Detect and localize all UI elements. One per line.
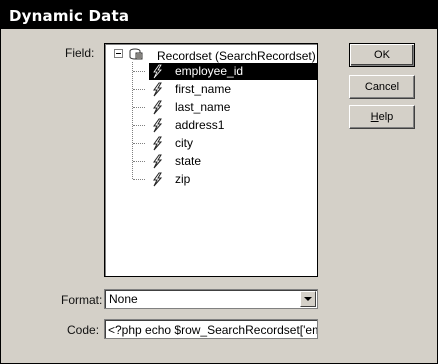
tree-branch	[133, 143, 145, 144]
lightning-bolt-icon	[153, 154, 163, 169]
tree-item-label: state	[175, 154, 202, 168]
tree-item-employee-id[interactable]: employee_id	[105, 63, 317, 80]
tree-item-zip[interactable]: zip	[105, 171, 317, 188]
tree-item-label: last_name	[175, 100, 231, 114]
tree-item-label: first_name	[175, 82, 232, 96]
tree-item-label: employee_id	[175, 64, 244, 78]
code-label: Code:	[67, 323, 100, 337]
dynamic-data-dialog: Dynamic Data Field: Recordset (SearchRec…	[0, 0, 438, 364]
tree-item-state[interactable]: state	[105, 153, 317, 170]
tree-branch	[133, 179, 145, 180]
tree-item-city[interactable]: city	[105, 135, 317, 152]
format-value: None	[109, 292, 138, 306]
tree-branch	[133, 107, 145, 108]
ok-button[interactable]: OK	[349, 43, 415, 67]
recordset-icon	[129, 48, 143, 60]
collapse-icon[interactable]	[114, 49, 123, 58]
dropdown-arrow-icon[interactable]	[300, 291, 316, 307]
tree-item-first-name[interactable]: first_name	[105, 81, 317, 98]
help-label-rest: elp	[378, 111, 394, 123]
tree-branch	[133, 125, 145, 126]
lightning-bolt-icon	[153, 118, 163, 133]
tree-item-last-name[interactable]: last_name	[105, 99, 317, 116]
tree-branch	[133, 71, 145, 72]
help-button[interactable]: Help	[349, 105, 415, 129]
tree-item-address1[interactable]: address1	[105, 117, 317, 134]
lightning-bolt-icon	[153, 82, 163, 97]
tree-item-label: zip	[175, 172, 191, 186]
help-accelerator: H	[370, 111, 379, 123]
tree-branch	[133, 89, 145, 90]
field-label: Field:	[65, 46, 95, 60]
format-label: Format:	[61, 293, 103, 307]
tree-item-label: address1	[175, 118, 225, 132]
lightning-bolt-icon	[153, 172, 163, 187]
tree-item-label: city	[175, 136, 193, 150]
lightning-bolt-icon	[153, 64, 162, 79]
code-field[interactable]: <?php echo $row_SearchRecordset['em	[104, 319, 318, 339]
lightning-bolt-icon	[153, 136, 163, 151]
tree-branch	[133, 161, 145, 162]
field-tree[interactable]: Recordset (SearchRecordset) employee_id …	[104, 43, 318, 277]
code-value: <?php echo $row_SearchRecordset['em	[108, 323, 318, 337]
dialog-title: Dynamic Data	[1, 1, 437, 29]
format-select[interactable]: None	[104, 289, 318, 309]
cancel-button[interactable]: Cancel	[349, 75, 415, 99]
tree-root-label: Recordset (SearchRecordset)	[157, 49, 316, 63]
lightning-bolt-icon	[153, 100, 163, 115]
